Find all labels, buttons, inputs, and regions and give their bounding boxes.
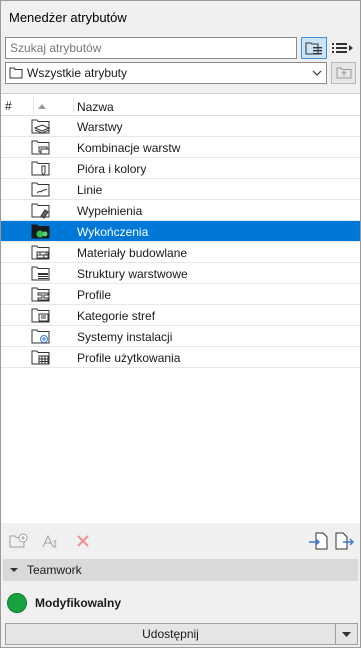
teamwork-label: Teamwork	[27, 563, 82, 577]
rename-button[interactable]	[39, 530, 63, 552]
list-item-operation-profiles[interactable]: Profile użytkowania	[1, 347, 360, 368]
folder-up-icon	[336, 67, 351, 79]
list-item-label: Kombinacje warstw	[77, 141, 181, 155]
share-dropdown-button[interactable]	[335, 624, 357, 644]
list-item-label: Materiały budowlane	[77, 246, 188, 260]
list-arrow-icon	[332, 43, 354, 53]
folder-list-icon	[305, 42, 322, 55]
status-label: Modyfikowalny	[35, 596, 122, 610]
collapse-triangle-icon	[10, 568, 18, 572]
list-item-label: Profile użytkowania	[77, 351, 181, 365]
filter-row: Wszystkie atrybuty	[5, 62, 356, 84]
chevron-down-icon	[308, 70, 326, 76]
list-item-mep-systems[interactable]: Systemy instalacji	[1, 326, 360, 347]
list-item-label: Kategorie stref	[77, 309, 156, 323]
list-item-surfaces[interactable]: Wykończenia	[1, 221, 360, 242]
column-header-index[interactable]: #	[5, 99, 12, 113]
attribute-list: # Nazwa Warstwy Kombinacje warstw Pióra …	[1, 93, 360, 523]
sort-ascending-icon[interactable]	[37, 99, 47, 113]
filter-selected-value: Wszystkie atrybuty	[27, 66, 128, 80]
list-item-label: Wypełnienia	[77, 204, 143, 218]
delete-x-icon	[77, 535, 89, 547]
window-title: Menedżer atrybutów	[9, 9, 127, 25]
list-header: # Nazwa	[1, 94, 360, 116]
list-item-label: Systemy instalacji	[77, 330, 173, 344]
layer-combinations-folder-icon	[31, 140, 50, 155]
layers-folder-icon	[31, 119, 51, 134]
teamwork-panel-toggle[interactable]: Teamwork	[3, 559, 358, 581]
new-folder-icon	[9, 533, 28, 548]
composites-folder-icon	[31, 266, 50, 281]
import-icon	[309, 532, 328, 550]
mep-systems-folder-icon	[31, 329, 50, 344]
attribute-filter-dropdown[interactable]: Wszystkie atrybuty	[5, 62, 327, 84]
folder-view-button[interactable]	[301, 37, 327, 59]
share-button[interactable]: Udostępnij	[6, 624, 335, 644]
import-button[interactable]	[306, 530, 330, 552]
list-item-lines[interactable]: Linie	[1, 179, 360, 200]
export-button[interactable]	[332, 530, 356, 552]
new-folder-button[interactable]	[7, 530, 31, 552]
fills-folder-icon	[31, 203, 50, 219]
list-item-composites[interactable]: Struktury warstwowe	[1, 263, 360, 284]
delete-button[interactable]	[71, 530, 95, 552]
list-view-button[interactable]	[331, 37, 356, 59]
surfaces-folder-icon	[31, 224, 50, 239]
rename-icon	[42, 534, 57, 548]
teamwork-status: Modyfikowalny	[7, 593, 121, 613]
operation-profiles-folder-icon	[31, 350, 50, 365]
folder-up-button[interactable]	[331, 62, 356, 84]
list-item-profiles[interactable]: Profile	[1, 284, 360, 305]
list-item-building-materials[interactable]: Materiały budowlane	[1, 242, 360, 263]
building-materials-folder-icon	[31, 245, 50, 260]
share-split-button: Udostępnij	[5, 623, 358, 645]
list-item-layer-combinations[interactable]: Kombinacje warstw	[1, 137, 360, 158]
column-header-name[interactable]: Nazwa	[77, 100, 114, 114]
pens-colors-folder-icon	[31, 161, 50, 176]
dropdown-arrow-icon	[342, 631, 351, 637]
list-item-label: Warstwy	[77, 120, 123, 134]
list-item-layers[interactable]: Warstwy	[1, 116, 360, 137]
zone-categories-folder-icon	[31, 308, 50, 323]
lines-folder-icon	[31, 182, 50, 197]
list-item-label: Pióra i kolory	[77, 162, 147, 176]
attribute-manager-window: Menedżer atrybutów Wszystkie atrybuty	[0, 0, 361, 648]
search-input[interactable]	[5, 37, 297, 59]
search-row	[5, 37, 356, 59]
export-icon	[335, 532, 354, 550]
list-item-label: Linie	[77, 183, 103, 197]
list-item-fills[interactable]: Wypełnienia	[1, 200, 360, 221]
list-item-pens-colors[interactable]: Pióra i kolory	[1, 158, 360, 179]
folder-icon	[9, 67, 23, 79]
list-item-label: Profile	[77, 288, 112, 302]
profiles-folder-icon	[31, 287, 50, 302]
list-item-label: Wykończenia	[77, 225, 149, 239]
bottom-toolbar	[1, 527, 360, 555]
status-indicator-icon	[7, 593, 27, 613]
list-item-label: Struktury warstwowe	[77, 267, 188, 281]
list-item-zone-categories[interactable]: Kategorie stref	[1, 305, 360, 326]
